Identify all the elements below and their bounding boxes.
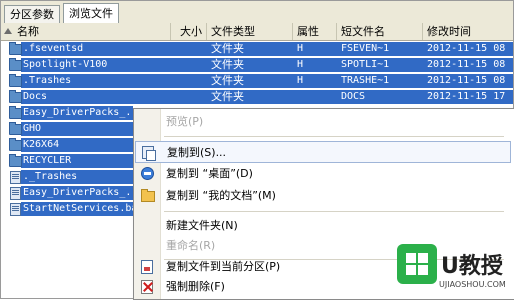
copy-here-icon [141,260,153,274]
column-header: 名称 大小 文件类型 属性 短文件名 修改时间 [1,23,513,41]
documents-folder-icon [141,189,155,202]
file-attr: H [297,59,304,70]
file-short-name: TRASHE~1 [341,75,390,86]
folder-icon [9,74,22,87]
file-modified: 2012-11-15 08 [427,75,506,86]
file-attr: H [297,43,304,54]
folder-icon [9,58,22,71]
force-delete-icon [141,280,153,294]
file-short-name: SPOTLI~1 [341,59,390,70]
folder-icon [9,122,22,135]
file-type: 文件夹 [211,90,244,103]
menu-item-new-folder[interactable]: 新建文件夹(N) [135,215,511,237]
file-attr: H [297,75,304,86]
column-modified[interactable]: 修改时间 [423,23,513,40]
folder-icon [9,106,22,119]
copy-icon [142,146,156,161]
column-short-name[interactable]: 短文件名 [337,23,423,40]
menu-item-copy-to[interactable]: 复制到(S)... [135,141,511,163]
folder-icon [9,90,22,103]
windows-logo-icon [397,244,437,284]
file-short-name: DOCS [341,91,366,102]
folder-icon [9,42,22,55]
watermark-brand: U教授 [441,254,503,279]
file-short-name: FSEVEN~1 [341,43,390,54]
file-name: .Trashes [23,75,72,86]
file-name: Easy_DriverPacks_... [23,107,144,118]
tab-browse-files[interactable]: 浏览文件 [63,3,119,24]
file-type: 文件夹 [211,42,244,55]
file-name: ._Trashes [23,171,78,182]
tab-partition-params[interactable]: 分区参数 [4,5,60,23]
desktop-icon [141,167,154,180]
file-name: StartNetServices.ba [23,203,138,214]
file-type: 文件夹 [211,58,244,71]
file-name: Spotlight-V100 [23,59,108,70]
file-name: Docs [23,91,48,102]
file-modified: 2012-11-15 17 [427,91,506,102]
file-row[interactable]: .fseventsd 文件夹 H FSEVEN~1 2012-11-15 08 [1,41,513,57]
folder-icon [9,138,22,151]
file-row[interactable]: .Trashes 文件夹 H TRASHE~1 2012-11-15 08 [1,73,513,89]
menu-item-copy-to-my-documents[interactable]: 复制到 “我的文档”(M) [135,185,511,207]
file-name: Easy_DriverPacks_... [23,187,144,198]
file-name: RECYCLER [23,155,72,166]
file-type: 文件夹 [211,74,244,87]
column-attributes[interactable]: 属性 [293,23,337,40]
file-name: GHO [23,123,42,134]
file-icon [10,187,21,200]
column-type[interactable]: 文件类型 [207,23,293,40]
file-browser-window: 分区参数 浏览文件 名称 大小 文件类型 属性 短文件名 修改时间 .fseve… [0,0,514,300]
column-size[interactable]: 大小 [171,23,207,40]
menu-item-copy-to-desktop[interactable]: 复制到 “桌面”(D) [135,163,511,185]
file-modified: 2012-11-15 08 [427,43,506,54]
file-row[interactable]: Docs 文件夹 DOCS 2012-11-15 17 [1,89,513,105]
file-icon [10,171,21,184]
menu-item-preview[interactable]: 预览(P) [135,111,511,133]
file-name: K26X64 [23,139,60,150]
watermark: U教授 UJIAOSHOU.COM [393,242,513,298]
column-name[interactable]: 名称 [1,23,171,40]
file-row[interactable]: Spotlight-V100 文件夹 H SPOTLI~1 2012-11-15… [1,57,513,73]
tab-bar: 分区参数 浏览文件 [1,1,513,24]
file-name: .fseventsd [23,43,84,54]
sort-ascending-icon [4,28,12,34]
file-modified: 2012-11-15 08 [427,59,506,70]
folder-icon [9,154,22,167]
file-icon [10,203,21,216]
watermark-url: UJIAOSHOU.COM [439,280,506,289]
